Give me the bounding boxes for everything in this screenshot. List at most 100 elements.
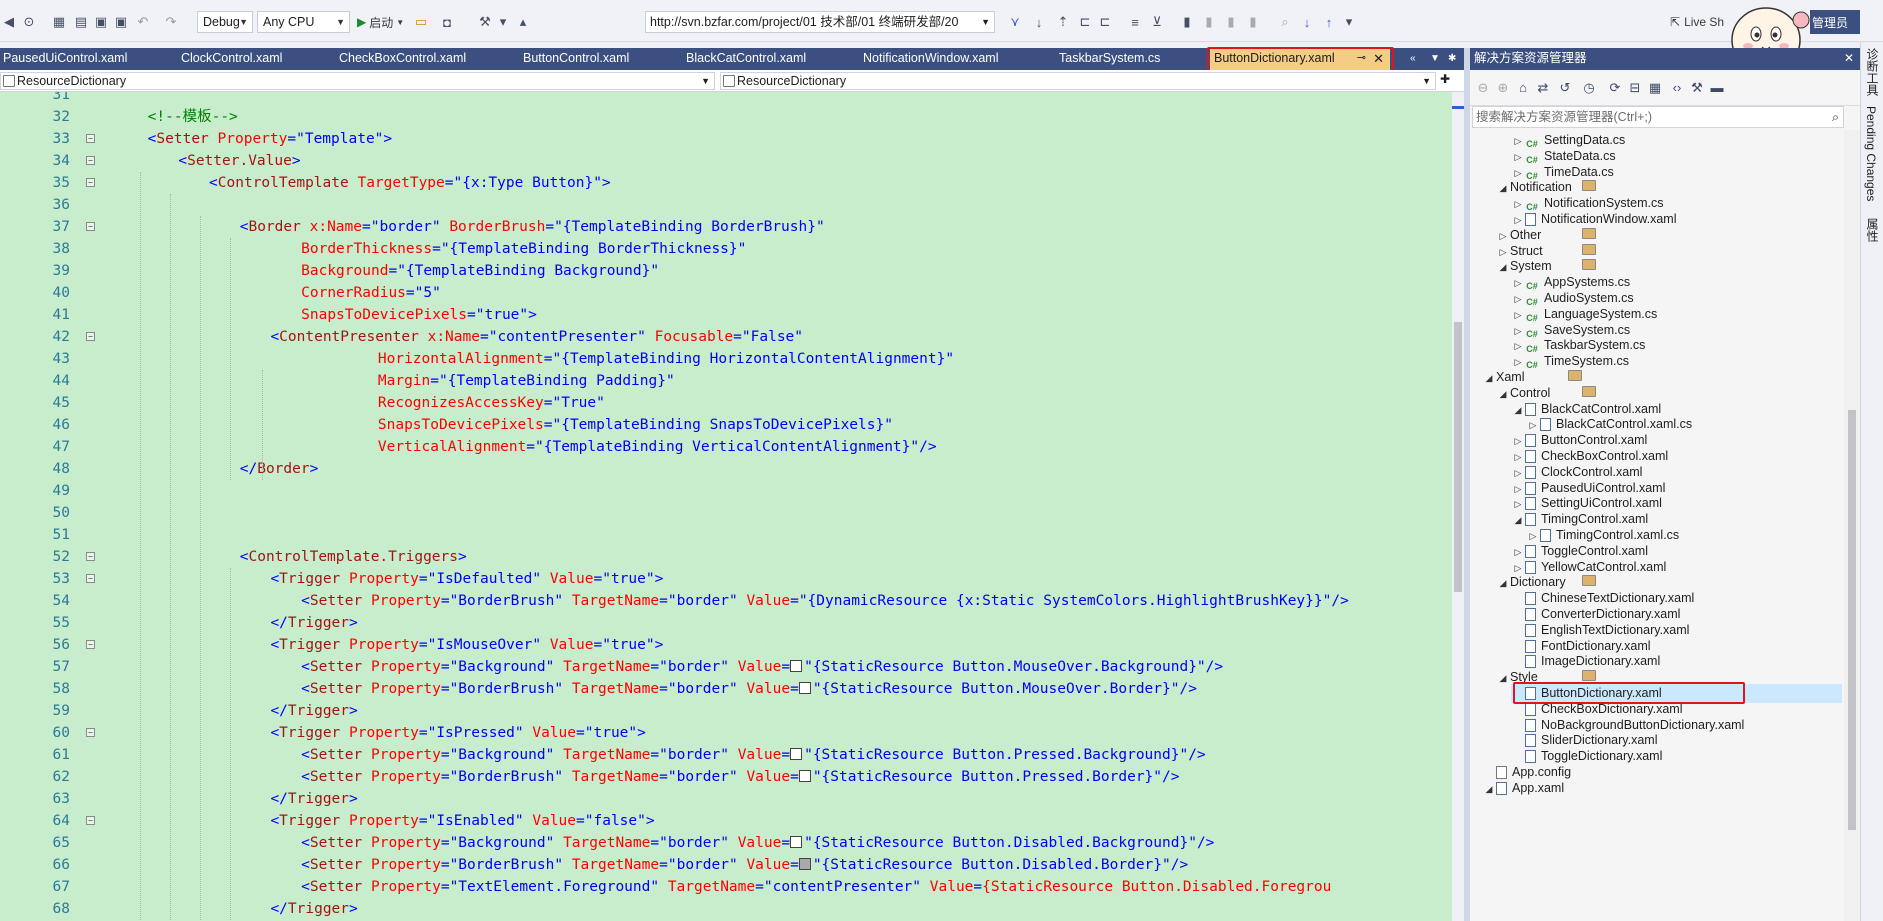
fold-toggle-icon[interactable]: − (86, 134, 95, 143)
bookmark-icon[interactable]: ▮ (1178, 13, 1196, 31)
collapse-arrow-icon[interactable]: ◢ (1496, 385, 1510, 404)
bookmark-clear-icon[interactable]: ▮ (1244, 13, 1262, 31)
find-icon[interactable]: ⌕ (1276, 13, 1294, 31)
code-line[interactable]: SnapsToDevicePixels="{TemplateBinding Sn… (98, 414, 893, 436)
code-line[interactable]: CornerRadius="5" (98, 282, 441, 304)
pending-changes-tab[interactable]: Pending Changes (1864, 106, 1878, 201)
properties-icon[interactable]: ⚒ (1688, 79, 1706, 97)
code-line[interactable]: <Setter Property="TextElement.Foreground… (98, 876, 1331, 898)
code-line[interactable]: <Setter Property="Template"> (98, 128, 392, 150)
forward-icon[interactable]: ⊕ (1494, 79, 1512, 97)
code-line[interactable]: Background="{TemplateBinding Background}… (98, 260, 659, 282)
platform-dropdown[interactable]: Any CPU ▼ (257, 11, 350, 33)
code-line[interactable]: <Setter Property="BorderBrush" TargetNam… (98, 766, 1179, 788)
outdent-icon[interactable]: ≡ (1126, 13, 1144, 31)
tab-list-icon[interactable]: ▼ (1430, 53, 1440, 64)
comment-icon[interactable]: ⊻ (1148, 13, 1166, 31)
home-icon[interactable]: ⌂ (1514, 79, 1532, 97)
customize-icon[interactable]: ▾ (1340, 13, 1358, 31)
tab-paused-ui-control[interactable]: PausedUiControl.xaml (0, 48, 174, 70)
fold-toggle-icon[interactable]: − (86, 178, 95, 187)
fold-toggle-icon[interactable]: − (86, 728, 95, 737)
code-line[interactable]: BorderThickness="{TemplateBinding Border… (98, 238, 746, 260)
back-icon[interactable]: ⊖ (1474, 79, 1492, 97)
tab-notification-window[interactable]: NotificationWindow.xaml (860, 48, 1056, 70)
undo-icon[interactable]: ↶ (134, 13, 152, 31)
close-icon[interactable]: ✕ (1844, 48, 1854, 69)
properties-tab[interactable]: 属性 (1864, 218, 1881, 242)
save-all-icon[interactable]: ▣ (112, 13, 130, 31)
code-line[interactable]: Margin="{TemplateBinding Padding}" (98, 370, 675, 392)
code-line[interactable]: </Trigger> (98, 612, 357, 634)
screenshot-icon[interactable]: ◘ (438, 13, 456, 31)
tab-button-control[interactable]: ButtonControl.xaml (520, 48, 680, 70)
tab-button-dictionary[interactable]: ButtonDictionary.xaml ⊸ ✕ (1210, 48, 1390, 72)
code-line[interactable]: <Trigger Property="IsPressed" Value="tru… (98, 722, 645, 744)
gear-icon[interactable]: ✱ (1448, 53, 1456, 64)
fold-toggle-icon[interactable]: − (86, 552, 95, 561)
code-line[interactable]: <Setter Property="Background" TargetName… (98, 656, 1223, 678)
color-swatch[interactable] (798, 858, 811, 870)
folder-icon[interactable]: ▭ (412, 13, 430, 31)
code-line[interactable]: <Setter Property="BorderBrush" TargetNam… (98, 854, 1188, 876)
collapse-arrow-icon[interactable]: ◢ (1482, 780, 1496, 799)
code-line[interactable]: <Setter.Value> (98, 150, 300, 172)
open-file-icon[interactable]: ▤ (72, 13, 90, 31)
commit-icon[interactable]: ⇡ (1054, 13, 1072, 31)
color-swatch[interactable] (790, 748, 803, 760)
fold-toggle-icon[interactable]: − (86, 574, 95, 583)
forward-icon[interactable]: ◀ (0, 13, 18, 31)
collapse-arrow-icon[interactable]: ◢ (1511, 511, 1525, 530)
view-code-icon[interactable]: ‹› (1668, 79, 1686, 97)
collapse-arrow-icon[interactable]: ◢ (1496, 574, 1510, 593)
collapse-arrow-icon[interactable]: ◢ (1482, 369, 1496, 388)
redo-icon[interactable]: ↷ (162, 13, 180, 31)
collapse-arrow-icon[interactable]: ◢ (1496, 258, 1510, 277)
scroll-thumb[interactable] (1454, 322, 1462, 592)
scroll-tabs-left-icon[interactable]: « (1410, 53, 1416, 64)
color-swatch[interactable] (790, 836, 803, 848)
collapse-arrow-icon[interactable]: ◢ (1496, 669, 1510, 688)
code-line[interactable]: <Border x:Name="border" BorderBrush="{Te… (98, 216, 825, 238)
solution-tree-item[interactable]: ◢ App.xaml (1482, 779, 1842, 798)
download-icon[interactable]: ▾ (494, 13, 512, 31)
tab-blackcat-control[interactable]: BlackCatControl.xaml (683, 48, 858, 70)
nav-icon[interactable]: ⊙ (20, 13, 38, 31)
start-button[interactable]: ▶ 启动 ▼ (357, 13, 405, 31)
code-line[interactable]: <ContentPresenter x:Name="contentPresent… (98, 326, 803, 348)
pending-changes-icon[interactable]: ↺ (1556, 79, 1574, 97)
code-line[interactable]: </Trigger> (98, 898, 357, 920)
switch-view-icon[interactable]: ⇄ (1534, 79, 1552, 97)
merge-icon[interactable]: ⋎ (1006, 13, 1024, 31)
code-line[interactable]: <Setter Property="BorderBrush" TargetNam… (98, 678, 1197, 700)
step-into-icon[interactable]: ↓ (1298, 13, 1316, 31)
code-line[interactable]: <Setter Property="Background" TargetName… (98, 744, 1206, 766)
code-line[interactable]: <Setter Property="Background" TargetName… (98, 832, 1214, 854)
code-line[interactable]: <Trigger Property="IsEnabled" Value="fal… (98, 810, 654, 832)
color-swatch[interactable] (790, 660, 803, 672)
search-icon[interactable]: ⌕ (1832, 107, 1839, 127)
bookmark-next-icon[interactable]: ▮ (1222, 13, 1240, 31)
fold-toggle-icon[interactable]: − (86, 222, 95, 231)
compare-icon[interactable]: ⊏ (1096, 13, 1114, 31)
code-line[interactable]: SnapsToDevicePixels="true"> (98, 304, 537, 326)
editor-vertical-scrollbar[interactable] (1452, 92, 1464, 921)
solution-scrollbar[interactable] (1844, 130, 1860, 921)
code-editor[interactable]: 31 32 33 − 34 − 35 − 36 37 − 38 39 40 41 42 − 43 44 45 46 47 4… (0, 92, 1452, 921)
fold-toggle-icon[interactable]: − (86, 816, 95, 825)
save-icon[interactable]: ▣ (92, 13, 110, 31)
fold-toggle-icon[interactable]: − (86, 640, 95, 649)
new-project-icon[interactable]: ▦ (50, 13, 68, 31)
code-line[interactable]: HorizontalAlignment="{TemplateBinding Ho… (98, 348, 954, 370)
update-icon[interactable]: ↓ (1030, 13, 1048, 31)
collapse-arrow-icon[interactable]: ◢ (1496, 179, 1510, 198)
code-line[interactable]: <Trigger Property="IsDefaulted" Value="t… (98, 568, 663, 590)
preview-icon[interactable]: ▬ (1708, 79, 1726, 97)
code-line[interactable]: <!--模板--> (98, 106, 238, 128)
code-line[interactable]: <ControlTemplate.Triggers> (98, 546, 467, 568)
tab-checkbox-control[interactable]: CheckBoxControl.xaml (336, 48, 516, 70)
color-swatch[interactable] (798, 770, 811, 782)
code-line[interactable]: <ControlTemplate TargetType="{x:Type But… (98, 172, 611, 194)
member-dropdown[interactable]: ResourceDictionary ▼ (720, 72, 1436, 90)
tab-clock-control[interactable]: ClockControl.xaml (178, 48, 330, 70)
